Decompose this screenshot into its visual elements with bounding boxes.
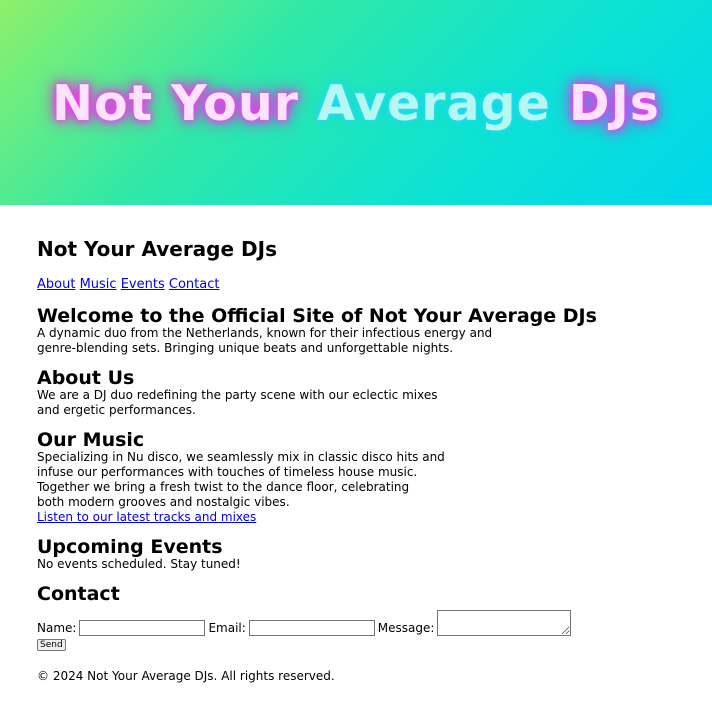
message-field[interactable]	[437, 610, 572, 636]
music-section: Our Music Specializing in Nu disco, we s…	[37, 430, 675, 525]
intro-text: A dynamic duo from the Netherlands, know…	[37, 326, 675, 356]
nav-link-events[interactable]: Events	[121, 277, 165, 292]
main-content: Not Your Average DJs About Music Events …	[0, 237, 712, 684]
banner-title-part3: DJs	[568, 75, 660, 132]
footer-copyright: © 2024 Not Your Average DJs. All rights …	[37, 669, 335, 683]
name-label: Name:	[37, 621, 77, 635]
banner-title: Not Your Average DJs	[52, 75, 660, 132]
music-line-2: infuse our performances with touches of …	[37, 465, 418, 479]
banner-title-part1: Not Your	[52, 75, 317, 132]
music-heading: Our Music	[37, 429, 145, 451]
contact-form-row: Name: Email: Message:	[37, 610, 675, 636]
events-heading: Upcoming Events	[37, 536, 223, 558]
main-nav: About Music Events Contact	[37, 277, 675, 293]
contact-section: Contact Name: Email: Message: Send	[37, 584, 675, 651]
contact-form: Name: Email: Message: Send	[37, 610, 675, 651]
events-section: Upcoming Events No events scheduled. Sta…	[37, 537, 675, 572]
about-text: We are a DJ duo redefining the party sce…	[37, 388, 675, 418]
intro-heading: Welcome to the Official Site of Not Your…	[37, 305, 597, 327]
nav-link-about[interactable]: About	[37, 277, 75, 292]
email-label: Email:	[208, 621, 246, 635]
music-line-4: both modern grooves and nostalgic vibes.	[37, 495, 290, 509]
hero-banner: Not Your Average DJs	[0, 0, 712, 205]
message-label: Message:	[377, 621, 435, 635]
about-line-1: We are a DJ duo redefining the party sce…	[37, 388, 438, 402]
events-text: No events scheduled. Stay tuned!	[37, 557, 241, 571]
music-text: Specializing in Nu disco, we seamlessly …	[37, 450, 675, 525]
banner-title-part2: Average	[316, 75, 569, 132]
contact-heading: Contact	[37, 583, 120, 605]
site-title: Not Your Average DJs	[37, 237, 277, 261]
about-line-2: and ergetic performances.	[37, 403, 196, 417]
name-field[interactable]	[79, 620, 206, 636]
intro-line-2: genre-blending sets. Bringing unique bea…	[37, 341, 454, 355]
footer: © 2024 Not Your Average DJs. All rights …	[37, 669, 675, 684]
music-line-1: Specializing in Nu disco, we seamlessly …	[37, 450, 445, 464]
about-heading: About Us	[37, 367, 135, 389]
intro-section: Welcome to the Official Site of Not Your…	[37, 306, 675, 356]
music-tracks-link[interactable]: Listen to our latest tracks and mixes	[37, 510, 256, 524]
intro-line-1: A dynamic duo from the Netherlands, know…	[37, 326, 493, 340]
music-line-3: Together we bring a fresh twist to the d…	[37, 480, 410, 494]
nav-link-contact[interactable]: Contact	[169, 277, 220, 292]
nav-link-music[interactable]: Music	[80, 277, 117, 292]
send-button[interactable]: Send	[37, 639, 66, 651]
about-section: About Us We are a DJ duo redefining the …	[37, 368, 675, 418]
email-field[interactable]	[248, 620, 375, 636]
